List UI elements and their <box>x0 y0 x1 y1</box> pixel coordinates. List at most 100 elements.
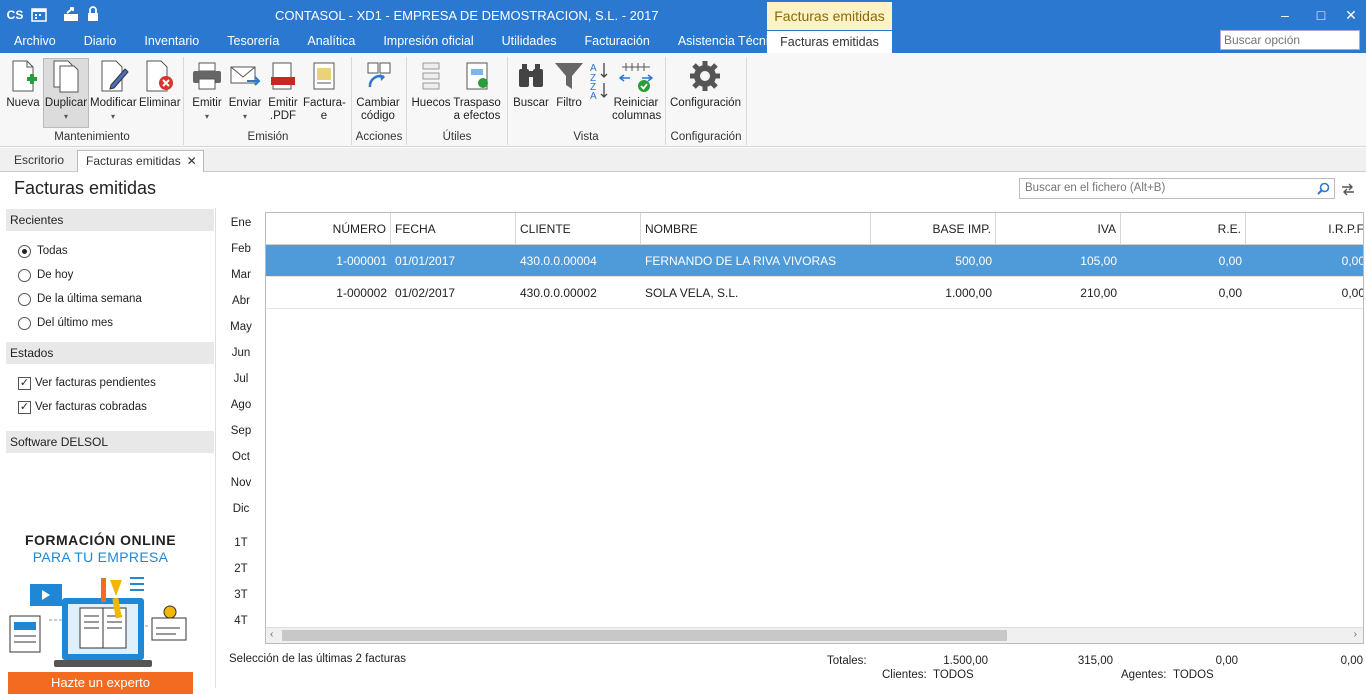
sort-button[interactable]: AZZA <box>587 59 611 103</box>
checkbox-label: Ver facturas cobradas <box>35 401 147 413</box>
radio-button-icon[interactable] <box>18 244 31 258</box>
month-ene[interactable]: Ene <box>222 217 260 229</box>
month-dic[interactable]: Dic <box>222 503 260 515</box>
column-header-numero[interactable]: NÚMERO <box>266 213 391 245</box>
tab-facturas-emitidas[interactable]: Facturas emitidas ✕ <box>77 150 204 172</box>
radio-de-hoy[interactable]: De hoy <box>18 267 73 283</box>
radio-button-icon[interactable] <box>18 268 31 282</box>
cell-numero: 1-000001 <box>336 254 387 268</box>
traspaso-efectos-button[interactable]: Traspaso a efectos <box>453 59 501 123</box>
group-separator <box>406 57 407 145</box>
close-tab-icon[interactable]: ✕ <box>187 154 197 168</box>
month-feb[interactable]: Feb <box>222 243 260 255</box>
table-row[interactable]: 1-000002 01/02/2017 430.0.0.00002 SOLA V… <box>266 277 1364 309</box>
lock-icon[interactable] <box>84 6 102 24</box>
menu-tab-inventario[interactable]: Inventario <box>130 31 213 53</box>
menu-tab-diario[interactable]: Diario <box>70 31 131 53</box>
menu-tab-facturas-emitidas[interactable]: Facturas emitidas <box>767 31 892 53</box>
scroll-right-icon[interactable]: › <box>1354 629 1357 640</box>
radio-todas[interactable]: Todas <box>18 243 68 259</box>
scroll-left-icon[interactable]: ‹ <box>270 629 273 640</box>
eliminar-label: Eliminar <box>139 97 181 109</box>
refresh-swap-icon[interactable] <box>1340 181 1356 197</box>
checkbox-pendientes[interactable]: ✓ Ver facturas pendientes <box>18 375 156 391</box>
gear-icon <box>690 61 720 91</box>
configuracion-button[interactable]: Configuración <box>670 59 741 110</box>
training-illustration-icon <box>9 577 187 667</box>
month-mar[interactable]: Mar <box>222 269 260 281</box>
column-header-base-imp[interactable]: BASE IMP. <box>871 213 996 245</box>
search-option-input[interactable] <box>1220 30 1360 50</box>
reset-columns-icon <box>618 63 654 92</box>
month-sep[interactable]: Sep <box>222 425 260 437</box>
column-header-cliente[interactable]: CLIENTE <box>516 213 641 245</box>
quarter-2t[interactable]: 2T <box>222 563 260 575</box>
month-nov[interactable]: Nov <box>222 477 260 489</box>
cell-irpf: 0,00 <box>1341 254 1364 268</box>
menu-tab-analitica[interactable]: Analítica <box>293 31 369 53</box>
buscar-button[interactable]: Buscar <box>511 59 551 110</box>
export-icon[interactable] <box>62 6 80 24</box>
column-header-iva[interactable]: IVA <box>996 213 1121 245</box>
cell-numero: 1-000002 <box>336 286 387 300</box>
menu-tab-archivo[interactable]: Archivo <box>0 31 70 53</box>
column-header-irpf[interactable]: I.R.P.F <box>1246 213 1363 245</box>
column-header-re[interactable]: R.E. <box>1121 213 1246 245</box>
radio-button-icon[interactable] <box>18 316 31 330</box>
close-button[interactable]: ✕ <box>1336 4 1366 26</box>
column-header-fecha[interactable]: FECHA <box>391 213 516 245</box>
maximize-button[interactable]: □ <box>1306 4 1336 26</box>
horizontal-scrollbar[interactable]: ‹ › <box>266 627 1363 643</box>
checkbox-label: Ver facturas pendientes <box>35 377 156 389</box>
cell-iva: 105,00 <box>1080 254 1117 268</box>
checkbox-cobradas[interactable]: ✓ Ver facturas cobradas <box>18 399 147 415</box>
file-search-input[interactable]: Buscar en el fichero (Alt+B) <box>1019 178 1335 199</box>
table-row[interactable]: 1-000001 01/01/2017 430.0.0.00004 FERNAN… <box>266 245 1364 277</box>
tab-escritorio[interactable]: Escritorio <box>6 150 72 172</box>
quarter-4t[interactable]: 4T <box>222 615 260 627</box>
cell-fecha: 01/02/2017 <box>395 286 456 300</box>
minimize-button[interactable]: – <box>1270 4 1300 26</box>
calendar-icon[interactable] <box>30 6 48 24</box>
promo-cta-button[interactable]: Hazte un experto <box>8 672 193 694</box>
email-icon <box>230 66 261 86</box>
checkbox-checked-icon[interactable]: ✓ <box>18 376 31 390</box>
facturae-button[interactable]: Factura- e <box>303 59 346 123</box>
promo-banner[interactable]: FORMACIÓN ONLINE PARA TU EMPRESA Hazte u… <box>8 532 193 694</box>
radio-ultimo-mes[interactable]: Del último mes <box>18 315 113 331</box>
cell-irpf: 0,00 <box>1341 286 1364 300</box>
cambiar-codigo-button[interactable]: Cambiar código <box>356 59 400 123</box>
month-abr[interactable]: Abr <box>222 295 260 307</box>
emitir-button[interactable]: Emitir ▾ <box>188 59 226 123</box>
month-ago[interactable]: Ago <box>222 399 260 411</box>
month-may[interactable]: May <box>222 321 260 333</box>
nueva-button[interactable]: Nueva <box>4 59 42 110</box>
checkbox-checked-icon[interactable]: ✓ <box>18 400 31 414</box>
column-header-nombre[interactable]: NOMBRE <box>641 213 871 245</box>
month-jul[interactable]: Jul <box>222 373 260 385</box>
month-jun[interactable]: Jun <box>222 347 260 359</box>
reiniciar-columnas-button[interactable]: Reiniciar columnas <box>612 59 661 123</box>
emitir-pdf-button[interactable]: Emitir .PDF <box>265 59 301 123</box>
menu-tab-utilidades[interactable]: Utilidades <box>488 31 571 53</box>
duplicar-button[interactable]: Duplicar ▾ <box>43 58 89 128</box>
binoculars-icon <box>519 64 543 87</box>
menu-tab-tesoreria[interactable]: Tesorería <box>213 31 293 53</box>
quarter-3t[interactable]: 3T <box>222 589 260 601</box>
quarter-1t[interactable]: 1T <box>222 537 260 549</box>
filtro-button[interactable]: Filtro <box>553 59 585 110</box>
delete-document-icon <box>146 60 173 92</box>
eliminar-button[interactable]: Eliminar <box>139 59 181 110</box>
menu-tab-impresion-oficial[interactable]: Impresión oficial <box>369 31 487 53</box>
enviar-button[interactable]: Enviar ▾ <box>226 59 264 123</box>
menu-tab-facturacion[interactable]: Facturación <box>571 31 664 53</box>
buscar-label: Buscar <box>513 97 549 109</box>
modificar-button[interactable]: Modificar ▾ <box>90 59 137 123</box>
month-oct[interactable]: Oct <box>222 451 260 463</box>
huecos-button[interactable]: Huecos <box>411 59 451 110</box>
scrollbar-thumb[interactable] <box>282 630 1007 641</box>
totales-label: Totales: <box>827 655 867 667</box>
radio-button-icon[interactable] <box>18 292 31 306</box>
radio-ultima-semana[interactable]: De la última semana <box>18 291 142 307</box>
group-separator <box>746 57 747 145</box>
